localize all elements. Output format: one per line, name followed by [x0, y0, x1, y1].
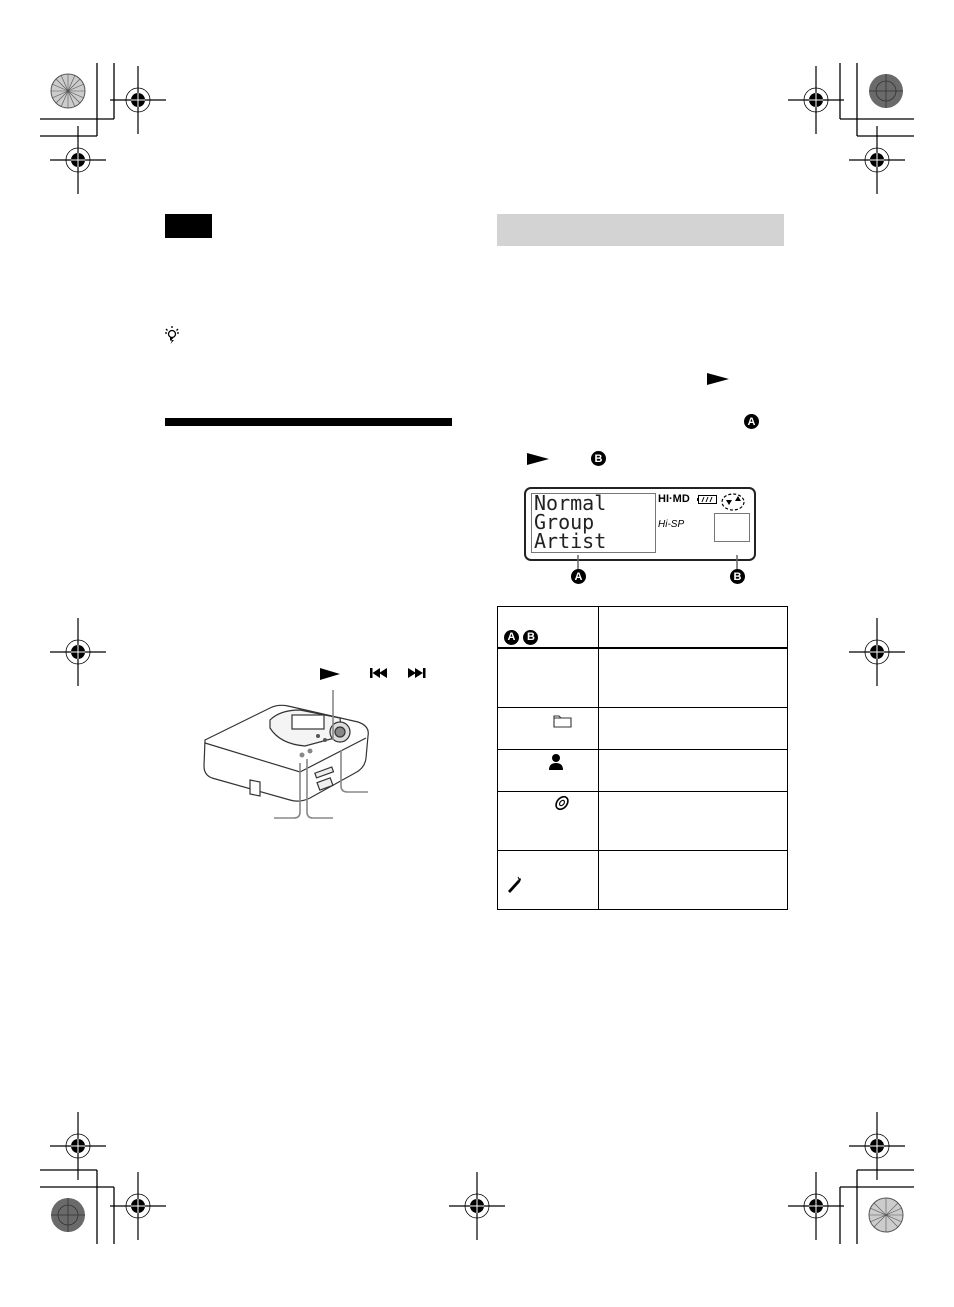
play-icon: [707, 373, 729, 385]
registration-mark: [787, 65, 845, 135]
disc-rotation-icon: [721, 493, 745, 511]
device-illustration: [190, 660, 450, 830]
lcd-display: Normal Group Artist HI·MD Hi-SP: [524, 487, 756, 561]
registration-mark: [49, 617, 107, 687]
registration-mark: [109, 65, 167, 135]
registration-mark: [448, 1171, 506, 1241]
table-row: [497, 749, 788, 792]
table-header-row: A B: [497, 606, 788, 649]
header-marker-a: A: [504, 629, 519, 645]
registration-targets: [49, 65, 906, 1241]
section-heading-rule: [165, 418, 452, 426]
table-cell: [497, 850, 599, 910]
table-cell: [598, 791, 788, 851]
lcd-info-box: [714, 513, 750, 542]
color-target-tl: [50, 73, 86, 109]
lcd-text-area: Normal Group Artist: [531, 493, 656, 553]
lcd-callout-b: B: [730, 569, 745, 584]
registration-mark: [109, 1171, 167, 1241]
registration-mark: [49, 125, 107, 195]
header-marker-b: B: [523, 629, 539, 645]
lcd-callout-a: A: [571, 569, 586, 584]
folder-icon: [553, 715, 572, 728]
battery-icon: [697, 495, 717, 504]
table-cell: [598, 707, 788, 750]
play-icon: [527, 453, 549, 465]
color-target-tr: [869, 74, 903, 108]
person-icon: [549, 754, 563, 770]
marker-a: A: [744, 414, 759, 429]
table-cell: [497, 791, 599, 851]
hisp-mode: Hi-SP: [658, 519, 685, 530]
disc-icon: [555, 795, 569, 811]
table-row: [497, 850, 788, 910]
table-row: [497, 791, 788, 851]
color-target-br: [868, 1197, 904, 1233]
lcd-line-3: Artist: [534, 529, 607, 553]
lightbulb-icon: [165, 326, 179, 344]
note-label-block: [165, 214, 212, 238]
registration-mark: [787, 1171, 845, 1241]
marker-b: B: [591, 451, 606, 466]
registration-mark: [848, 617, 906, 687]
registration-mark: [848, 125, 906, 195]
display-info-table: A B: [497, 606, 788, 910]
registration-mark: [848, 1111, 906, 1181]
table-row: [497, 647, 788, 708]
pen-icon: [508, 876, 521, 893]
table-cell: [497, 707, 599, 750]
table-cell: [598, 749, 788, 792]
table-cell: [598, 850, 788, 910]
table-cell: [598, 647, 788, 708]
table-cell: [497, 749, 599, 792]
callout-lines: [274, 690, 368, 819]
table-header-cell: A B: [497, 606, 599, 649]
section-header-bar: [497, 214, 784, 246]
registration-mark: [49, 1111, 107, 1181]
table-cell: [497, 647, 599, 708]
table-header-cell: [598, 606, 788, 649]
himd-logo: HI·MD: [658, 493, 690, 505]
lcd-callout-lines: [577, 555, 738, 569]
table-row: [497, 707, 788, 750]
color-target-bl: [51, 1198, 85, 1232]
